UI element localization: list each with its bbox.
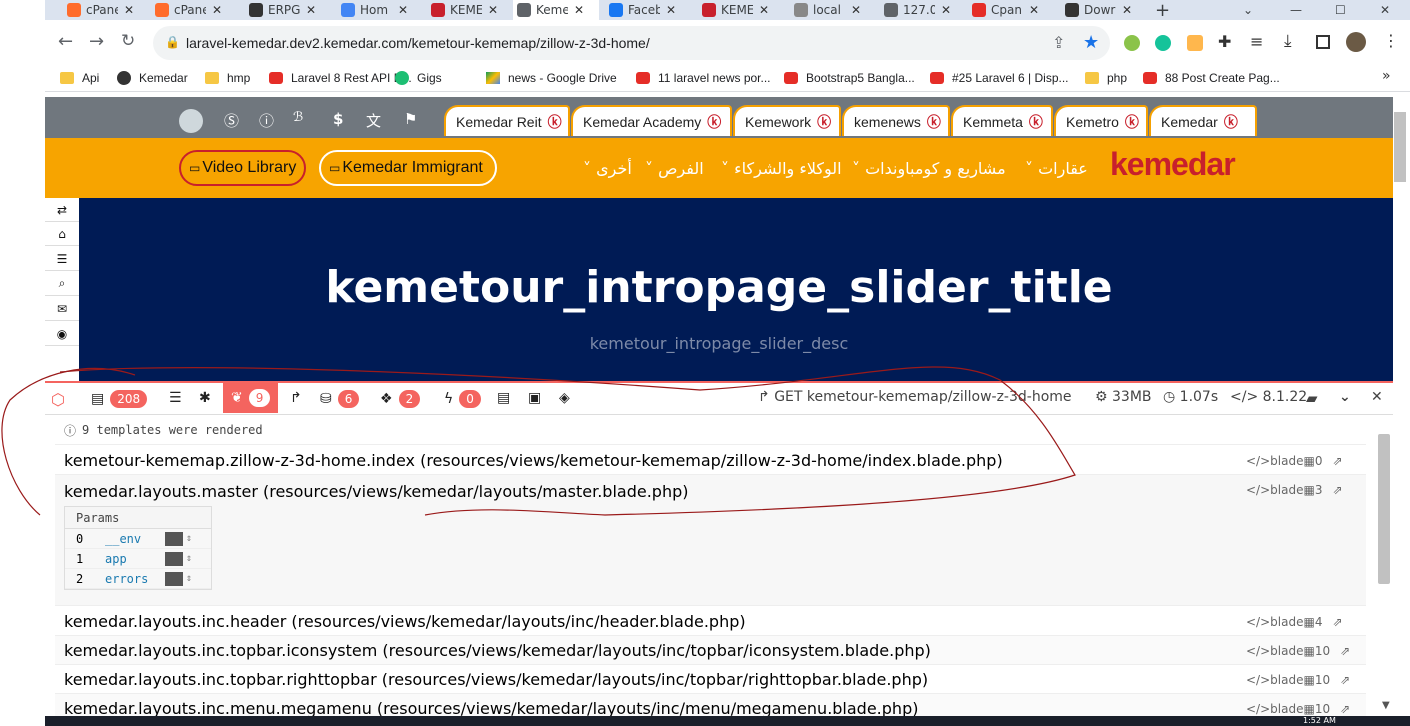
taskbar-clock: 1:52 AM [1303, 716, 1336, 725]
hand-drawn-annotation [1, 366, 1076, 516]
screen: cPane ✕ cPane ✕ ERPG ✕ Hom ✕ KEME ✕ Keme ✕ Faceb ✕ KEM… [0, 0, 1410, 726]
taskbar [45, 716, 1410, 726]
